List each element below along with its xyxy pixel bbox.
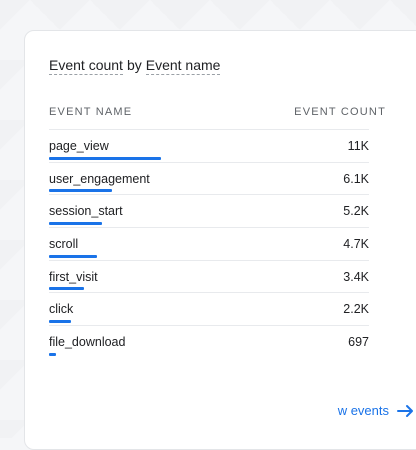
event-name: page_view <box>49 139 109 153</box>
event-bar <box>49 353 56 356</box>
event-name: click <box>49 302 73 316</box>
table-row: click 2.2K <box>49 292 369 325</box>
event-name: scroll <box>49 237 78 251</box>
event-count: 4.7K <box>343 237 369 251</box>
event-name: session_start <box>49 204 123 218</box>
event-bar <box>49 320 71 323</box>
table-row: session_start 5.2K <box>49 194 369 227</box>
metric-selector[interactable]: Event count <box>49 57 123 75</box>
table-row: scroll 4.7K <box>49 227 369 260</box>
event-name: user_engagement <box>49 172 150 186</box>
title-by-text: by <box>127 57 142 73</box>
table-row: file_download 697 <box>49 325 369 358</box>
event-bar <box>49 222 102 225</box>
event-name: file_download <box>49 335 125 349</box>
card-title: Event countbyEvent name <box>49 57 220 73</box>
event-bar <box>49 287 84 290</box>
table-row: first_visit 3.4K <box>49 260 369 293</box>
view-events-label: w events <box>338 403 389 418</box>
view-events-link[interactable]: w events <box>338 403 415 418</box>
dimension-selector[interactable]: Event name <box>146 57 221 75</box>
event-count: 11K <box>348 139 369 153</box>
event-bar <box>49 255 97 258</box>
event-count: 697 <box>348 335 369 349</box>
event-count: 2.2K <box>343 302 369 316</box>
arrow-right-icon <box>397 404 415 418</box>
event-count-card: Event countbyEvent name EVENT NAME EVENT… <box>24 30 416 450</box>
column-header-event-name: EVENT NAME <box>49 106 132 118</box>
event-count: 5.2K <box>343 204 369 218</box>
column-header-event-count: EVENT COUNT <box>294 106 386 118</box>
table-row: user_engagement 6.1K <box>49 162 369 195</box>
event-name: first_visit <box>49 270 98 284</box>
event-table: page_view 11K user_engagement 6.1K sessi… <box>49 129 369 358</box>
table-row: page_view 11K <box>49 129 369 162</box>
event-bar <box>49 157 161 160</box>
event-count: 6.1K <box>343 172 369 186</box>
event-count: 3.4K <box>343 270 369 284</box>
event-bar <box>49 189 112 192</box>
